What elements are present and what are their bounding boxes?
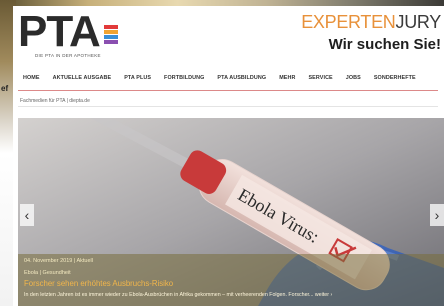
slider-next-button[interactable]: › — [430, 204, 444, 226]
article-title[interactable]: Forscher sehen erhöhtes Ausbruchs-Risiko — [24, 279, 438, 288]
breadcrumb-divider — [18, 106, 438, 107]
logo-text: PTA — [18, 7, 101, 56]
logo-bar — [103, 30, 118, 34]
logo-tagline: DIE PTA IN DER APOTHEKE — [35, 53, 101, 58]
main-nav: HOME AKTUELLE AUSGABE PTA PLUS FORTBILDU… — [23, 75, 416, 81]
page: PTA DIE PTA IN DER APOTHEKE EXPERTENJURY… — [13, 6, 444, 306]
ad-subline: Wir suchen Sie! — [328, 36, 441, 53]
nav-item-home[interactable]: HOME — [23, 75, 40, 81]
chevron-right-icon: › — [434, 207, 440, 223]
nav-divider — [18, 90, 438, 91]
hero-caption: 04. November 2019 | Aktuell Ebola | Gesu… — [18, 254, 444, 306]
hero-slider[interactable]: Ebola Virus: ‹ › 04. November 2019 | Akt… — [18, 118, 444, 306]
ad-headline: EXPERTENJURY — [301, 12, 441, 32]
nav-item-mehr[interactable]: MEHR — [279, 75, 295, 81]
site-logo[interactable]: PTA — [18, 10, 118, 54]
slider-prev-button[interactable]: ‹ — [20, 204, 34, 226]
logo-bar — [103, 40, 118, 44]
nav-item-fortbildung[interactable]: FORTBILDUNG — [164, 75, 204, 81]
article-category[interactable]: Ebola | Gesundheit — [24, 270, 438, 276]
logo-bars-icon — [103, 25, 118, 45]
logo-bar — [103, 35, 118, 39]
background-partial-text: ef — [1, 84, 9, 93]
nav-item-jobs[interactable]: JOBS — [346, 75, 361, 81]
logo-bar — [103, 25, 118, 29]
nav-item-pta-ausbildung[interactable]: PTA AUSBILDUNG — [217, 75, 266, 81]
nav-item-aktuelle-ausgabe[interactable]: AKTUELLE AUSGABE — [53, 75, 112, 81]
breadcrumb[interactable]: Fachmedien für PTA | diepta.de — [20, 98, 90, 104]
nav-item-service[interactable]: SERVICE — [308, 75, 332, 81]
ad-headline-part1: EXPERTEN — [301, 12, 396, 32]
nav-item-pta-plus[interactable]: PTA PLUS — [124, 75, 151, 81]
article-date: 04. November 2019 | Aktuell — [24, 258, 93, 264]
nav-item-sonderhefte[interactable]: SONDERHEFTE — [374, 75, 416, 81]
ad-headline-part2: JURY — [395, 12, 442, 32]
article-teaser[interactable]: In den letzten Jahren ist es immer wiede… — [24, 292, 438, 298]
expertenjury-ad[interactable]: EXPERTENJURY Wir suchen Sie! — [301, 12, 441, 53]
chevron-left-icon: ‹ — [24, 207, 30, 223]
